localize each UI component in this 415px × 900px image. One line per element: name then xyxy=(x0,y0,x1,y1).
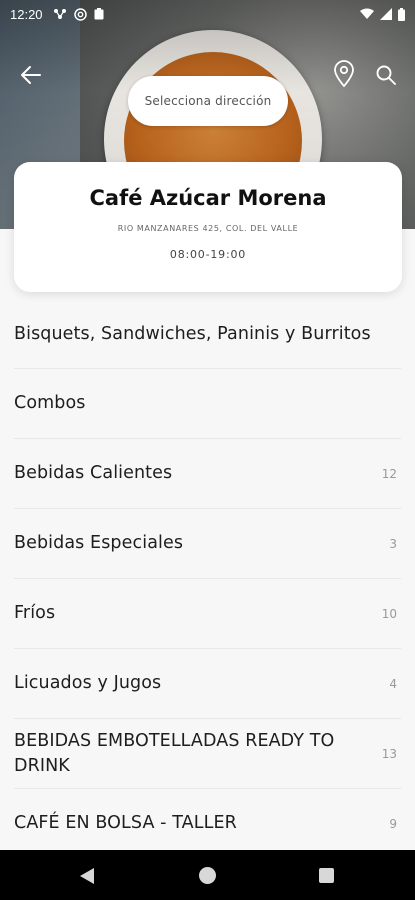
menu-category-item[interactable]: Bebidas Especiales 3 xyxy=(14,509,401,579)
status-time: 12:20 xyxy=(10,6,43,22)
menu-category-label: Combos xyxy=(14,393,86,413)
store-name: Café Azúcar Morena xyxy=(89,186,327,210)
at-sign-icon xyxy=(73,7,87,21)
back-button[interactable] xyxy=(18,62,44,88)
menu-category-count: 4 xyxy=(389,676,397,691)
search-icon xyxy=(376,65,396,85)
menu-category-count: 3 xyxy=(389,536,397,551)
menu-category-label: BEBIDAS EMBOTELLADAS READY TO DRINK xyxy=(14,730,335,776)
menu-category-list: Bisquets, Sandwiches, Paninis y Burritos… xyxy=(14,300,401,859)
battery-icon xyxy=(398,7,405,21)
triangle-back-icon xyxy=(80,868,94,884)
arrow-left-icon xyxy=(21,66,41,84)
menu-category-count: 12 xyxy=(381,466,397,481)
wifi-icon xyxy=(360,8,374,19)
store-info-card: Café Azúcar Morena RIO MANZANARES 425, C… xyxy=(14,162,402,292)
status-bar: 12:20 xyxy=(0,0,415,28)
menu-category-label: Bebidas Especiales xyxy=(14,533,184,553)
nav-home-button[interactable] xyxy=(199,867,216,884)
menu-category-label: Bisquets, Sandwiches, Paninis y Burritos xyxy=(14,323,371,344)
address-selector[interactable]: Selecciona dirección xyxy=(128,76,288,126)
menu-category-item[interactable]: Bebidas Calientes 12 xyxy=(14,439,401,509)
menu-category-label: Fríos xyxy=(14,603,56,623)
menu-category-item[interactable]: CAFÉ EN BOLSA - TALLER 9 xyxy=(14,789,401,859)
nav-back-button[interactable] xyxy=(79,867,95,885)
store-address: RIO MANZANARES 425, COL. DEL VALLE xyxy=(117,224,299,233)
menu-category-item[interactable]: BEBIDAS EMBOTELLADAS READY TO DRINK 13 xyxy=(14,719,401,789)
menu-category-item[interactable]: Combos xyxy=(14,369,401,439)
system-nav-bar xyxy=(0,850,415,900)
address-selector-label: Selecciona dirección xyxy=(144,94,272,108)
signal-icon xyxy=(380,8,392,20)
search-button[interactable] xyxy=(374,63,398,87)
menu-category-label: Bebidas Calientes xyxy=(14,463,173,483)
location-button[interactable] xyxy=(332,60,356,88)
menu-category-label: CAFÉ EN BOLSA - TALLER xyxy=(14,813,237,833)
menu-category-item[interactable]: Bisquets, Sandwiches, Paninis y Burritos xyxy=(14,300,401,369)
network-sync-icon xyxy=(53,9,66,19)
nav-recents-button[interactable] xyxy=(319,868,334,883)
store-hours: 08:00-19:00 xyxy=(169,248,247,261)
clipboard-icon xyxy=(94,8,104,20)
menu-category-count: 10 xyxy=(381,606,397,621)
menu-category-count: 13 xyxy=(381,746,397,761)
menu-category-item[interactable]: Licuados y Jugos 4 xyxy=(14,649,401,719)
map-pin-icon xyxy=(334,60,354,88)
menu-category-label: Licuados y Jugos xyxy=(14,673,162,693)
menu-category-count: 9 xyxy=(389,816,397,831)
menu-category-item[interactable]: Fríos 10 xyxy=(14,579,401,649)
